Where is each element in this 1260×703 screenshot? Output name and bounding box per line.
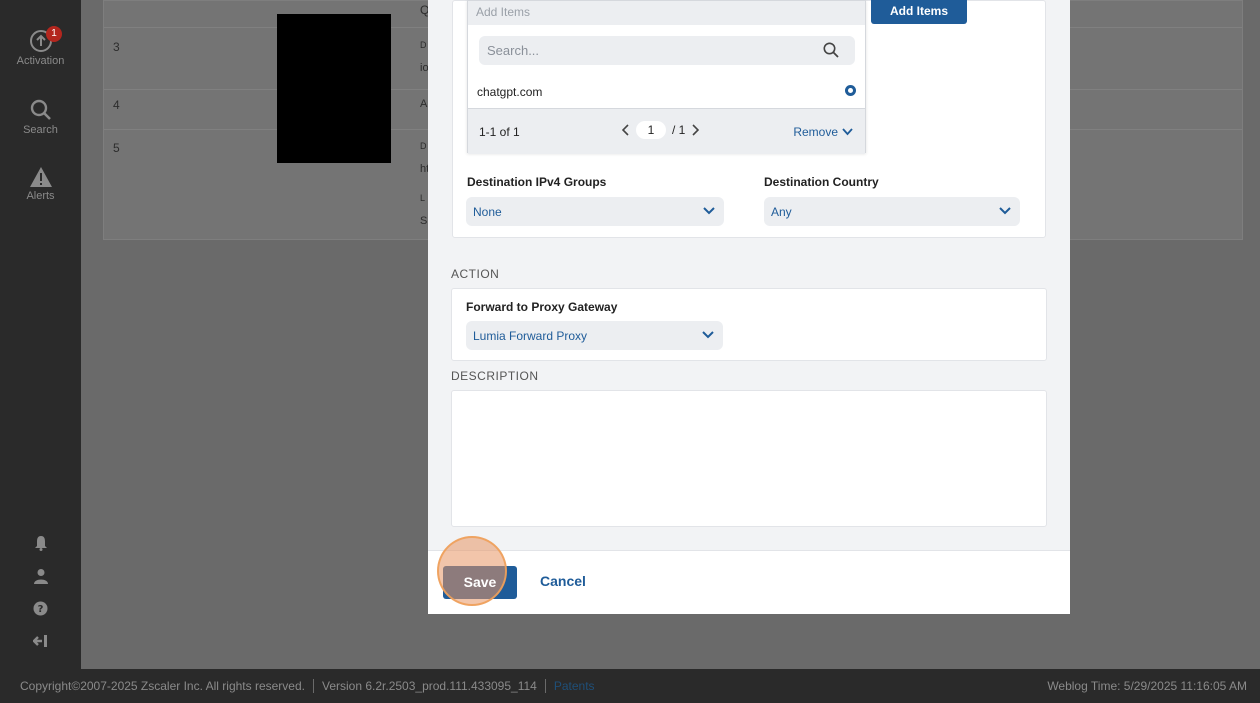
chevron-down-icon	[999, 207, 1011, 215]
dropdown-footer: 1-1 of 1 1 / 1 Remove	[468, 108, 865, 154]
sidebar-item-label: Alerts	[26, 190, 55, 202]
sidebar-item-label: Activation	[16, 55, 65, 67]
chevron-down-icon	[842, 128, 853, 136]
logout-icon	[32, 635, 47, 647]
activation-badge: 1	[46, 26, 62, 42]
user-icon	[33, 569, 48, 584]
version-text: Version 6.2r.2503_prod.111.433095_114	[321, 679, 537, 693]
chevron-left-icon[interactable]	[622, 124, 630, 136]
dest-ipv4-groups-label: Destination IPv4 Groups	[467, 175, 607, 189]
row-number: 5	[113, 141, 120, 155]
table-fragment: D	[420, 141, 427, 151]
help-icon: ?	[33, 601, 48, 616]
chevron-down-icon	[702, 331, 714, 339]
remove-item-icon[interactable]	[845, 85, 856, 96]
destination-items-dropdown: Add Items Search... chatgpt.com 1-1 of 1…	[467, 0, 866, 154]
search-placeholder: Search...	[487, 43, 540, 58]
copyright-text: Copyright©2007-2025 Zscaler Inc. All rig…	[20, 679, 305, 693]
select-value: Lumia Forward Proxy	[473, 329, 588, 343]
patents-link[interactable]: Patents	[554, 679, 595, 693]
alert-icon	[29, 167, 52, 187]
forward-proxy-label: Forward to Proxy Gateway	[466, 300, 618, 314]
bell-button[interactable]	[0, 535, 81, 551]
add-items-button[interactable]: Add Items	[871, 0, 967, 24]
row-number: 3	[113, 40, 120, 54]
select-value: None	[473, 205, 502, 219]
bell-icon	[34, 536, 47, 551]
page-input[interactable]: 1	[636, 121, 666, 139]
chevron-down-icon	[703, 207, 715, 215]
pagination: 1 / 1	[622, 121, 700, 139]
redacted-block	[277, 14, 391, 163]
select-value: Any	[771, 205, 792, 219]
table-fragment: S	[420, 215, 428, 227]
description-textarea[interactable]	[451, 390, 1047, 527]
item-count: 1-1 of 1	[479, 125, 520, 139]
weblog-time: Weblog Time: 5/29/2025 11:16:05 AM	[1047, 679, 1247, 693]
add-items-field[interactable]: Add Items	[468, 1, 865, 25]
dest-country-label: Destination Country	[764, 175, 879, 189]
proxy-gateway-select[interactable]: Lumia Forward Proxy	[466, 321, 723, 350]
action-section-title: ACTION	[451, 267, 500, 281]
search-icon[interactable]	[823, 42, 839, 58]
table-fragment: A	[420, 98, 428, 110]
svg-text:?: ?	[38, 604, 44, 615]
page-total: / 1	[672, 123, 686, 137]
list-item: chatgpt.com	[477, 85, 543, 99]
help-button[interactable]: ?	[0, 601, 81, 616]
sidebar-item-activation[interactable]: 1 Activation	[0, 26, 81, 67]
modal-footer	[428, 550, 1070, 614]
row-number: 4	[113, 98, 120, 112]
sidebar-item-search[interactable]: Search	[0, 98, 81, 136]
table-fragment: D	[420, 40, 427, 50]
search-input[interactable]: Search...	[479, 36, 855, 65]
search-icon	[30, 99, 51, 120]
description-section-title: DESCRIPTION	[451, 369, 539, 383]
logout-button[interactable]	[0, 634, 81, 648]
sidebar: 1 Activation Search Alerts ?	[0, 0, 81, 669]
sidebar-item-label: Search	[23, 124, 58, 136]
table-fragment: L	[420, 193, 426, 203]
remove-dropdown[interactable]: Remove	[793, 125, 853, 139]
divider	[544, 679, 546, 693]
dest-country-select[interactable]: Any	[764, 197, 1020, 226]
save-label: Save	[463, 574, 497, 590]
chevron-right-icon[interactable]	[691, 124, 700, 136]
status-bar: Copyright©2007-2025 Zscaler Inc. All rig…	[0, 669, 1260, 703]
user-button[interactable]	[0, 568, 81, 584]
sidebar-item-alerts[interactable]: Alerts	[0, 166, 81, 202]
dest-ipv4-groups-select[interactable]: None	[466, 197, 724, 226]
remove-label: Remove	[793, 125, 838, 139]
cancel-button[interactable]: Cancel	[540, 573, 586, 589]
divider	[312, 679, 314, 693]
